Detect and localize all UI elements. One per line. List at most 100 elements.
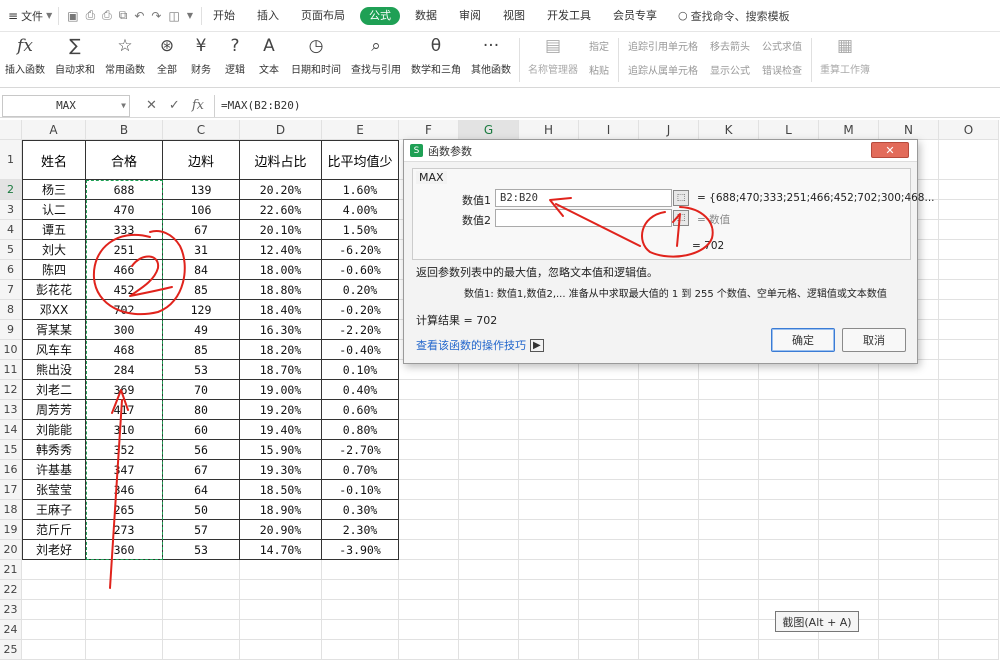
row-header[interactable]: 12 [0, 380, 22, 400]
row-header[interactable]: 2 [0, 180, 22, 200]
column-header[interactable]: M [819, 120, 879, 140]
column-header[interactable]: G [459, 120, 519, 140]
table-cell[interactable]: 300 [86, 320, 163, 340]
table-cell[interactable]: 346 [86, 480, 163, 500]
column-header[interactable]: J [639, 120, 699, 140]
cell[interactable] [759, 640, 819, 660]
cell[interactable] [322, 560, 399, 580]
table-cell[interactable]: 702 [86, 300, 163, 320]
fx-icon[interactable]: fx [192, 98, 204, 113]
lookup-button[interactable]: ⌕ 查找与引用 [346, 34, 406, 84]
cell[interactable] [759, 400, 819, 420]
table-cell[interactable]: 85 [163, 340, 240, 360]
cell[interactable] [322, 580, 399, 600]
cell[interactable] [939, 200, 999, 220]
row-header[interactable]: 22 [0, 580, 22, 600]
tab-view[interactable]: 视图 [492, 0, 536, 32]
table-header-cell[interactable]: 合格 [86, 140, 163, 180]
confirm-icon[interactable]: ✓ [169, 98, 180, 113]
cell[interactable] [939, 460, 999, 480]
cell[interactable] [22, 640, 86, 660]
cell[interactable] [459, 480, 519, 500]
table-cell[interactable]: -0.40% [322, 340, 399, 360]
table-cell[interactable]: -0.60% [322, 260, 399, 280]
logic-button[interactable]: ? 逻辑 [218, 34, 252, 84]
table-cell[interactable]: 369 [86, 380, 163, 400]
tab-insert[interactable]: 插入 [246, 0, 290, 32]
cell[interactable] [939, 140, 999, 180]
table-cell[interactable]: 张莹莹 [22, 480, 86, 500]
cell[interactable] [399, 460, 459, 480]
table-cell[interactable]: 70 [163, 380, 240, 400]
evaluate-formula-button[interactable]: 公式求值 [762, 38, 802, 53]
cell[interactable] [579, 420, 639, 440]
cell[interactable] [459, 580, 519, 600]
datetime-button[interactable]: ◷ 日期和时间 [286, 34, 346, 84]
cell[interactable] [399, 520, 459, 540]
table-cell[interactable]: 360 [86, 540, 163, 560]
cell[interactable] [519, 540, 579, 560]
table-cell[interactable]: 0.10% [322, 360, 399, 380]
table-cell[interactable]: 67 [163, 220, 240, 240]
row-header[interactable]: 13 [0, 400, 22, 420]
table-header-cell[interactable]: 比平均值少 [322, 140, 399, 180]
cell[interactable] [399, 380, 459, 400]
cell[interactable] [579, 540, 639, 560]
column-header[interactable]: E [322, 120, 399, 140]
table-cell[interactable]: -3.90% [322, 540, 399, 560]
cell[interactable] [759, 500, 819, 520]
cell[interactable] [579, 440, 639, 460]
cell[interactable] [879, 380, 939, 400]
table-cell[interactable]: 18.20% [240, 340, 322, 360]
cell[interactable] [322, 600, 399, 620]
export-pdf-icon[interactable]: ⧉ [119, 8, 128, 23]
cell[interactable] [639, 580, 699, 600]
table-cell[interactable]: 刘大 [22, 240, 86, 260]
cell[interactable] [519, 600, 579, 620]
cell[interactable] [519, 380, 579, 400]
table-cell[interactable]: 胥某某 [22, 320, 86, 340]
cell[interactable] [879, 400, 939, 420]
cell[interactable] [879, 420, 939, 440]
table-cell[interactable]: 陈四 [22, 260, 86, 280]
cell[interactable] [699, 620, 759, 640]
undo-icon[interactable]: ↶ [134, 9, 144, 23]
cell[interactable] [163, 640, 240, 660]
table-cell[interactable]: 周芳芳 [22, 400, 86, 420]
cell[interactable] [163, 600, 240, 620]
cell[interactable] [639, 520, 699, 540]
cell[interactable] [819, 380, 879, 400]
cell[interactable] [819, 420, 879, 440]
chevron-down-icon[interactable]: ▼ [121, 101, 126, 110]
cell[interactable] [699, 600, 759, 620]
camera-icon[interactable]: ◫ [168, 9, 179, 23]
cell[interactable] [759, 380, 819, 400]
cell[interactable] [759, 560, 819, 580]
tab-home[interactable]: 开始 [202, 0, 246, 32]
insert-function-button[interactable]: fx 插入函数 [0, 34, 50, 84]
cell[interactable] [399, 500, 459, 520]
cell[interactable] [939, 360, 999, 380]
cell[interactable] [699, 380, 759, 400]
column-header[interactable]: K [699, 120, 759, 140]
cell[interactable] [759, 480, 819, 500]
table-cell[interactable]: 刘老好 [22, 540, 86, 560]
cell[interactable] [819, 500, 879, 520]
table-cell[interactable]: -0.20% [322, 300, 399, 320]
table-cell[interactable]: 0.60% [322, 400, 399, 420]
table-header-cell[interactable]: 姓名 [22, 140, 86, 180]
cell[interactable] [879, 540, 939, 560]
cell[interactable] [819, 640, 879, 660]
formula-input[interactable]: =MAX(B2:B20) [213, 94, 1000, 117]
table-cell[interactable]: 0.80% [322, 420, 399, 440]
cell[interactable] [399, 540, 459, 560]
column-header[interactable]: C [163, 120, 240, 140]
remove-arrows-button[interactable]: 移去箭头 [710, 38, 750, 53]
name-box[interactable]: MAX ▼ [2, 94, 130, 117]
cell[interactable] [399, 600, 459, 620]
text-button[interactable]: A 文本 [252, 34, 286, 84]
cell[interactable] [163, 580, 240, 600]
cell[interactable] [459, 460, 519, 480]
cell[interactable] [699, 440, 759, 460]
table-cell[interactable]: 18.70% [240, 360, 322, 380]
